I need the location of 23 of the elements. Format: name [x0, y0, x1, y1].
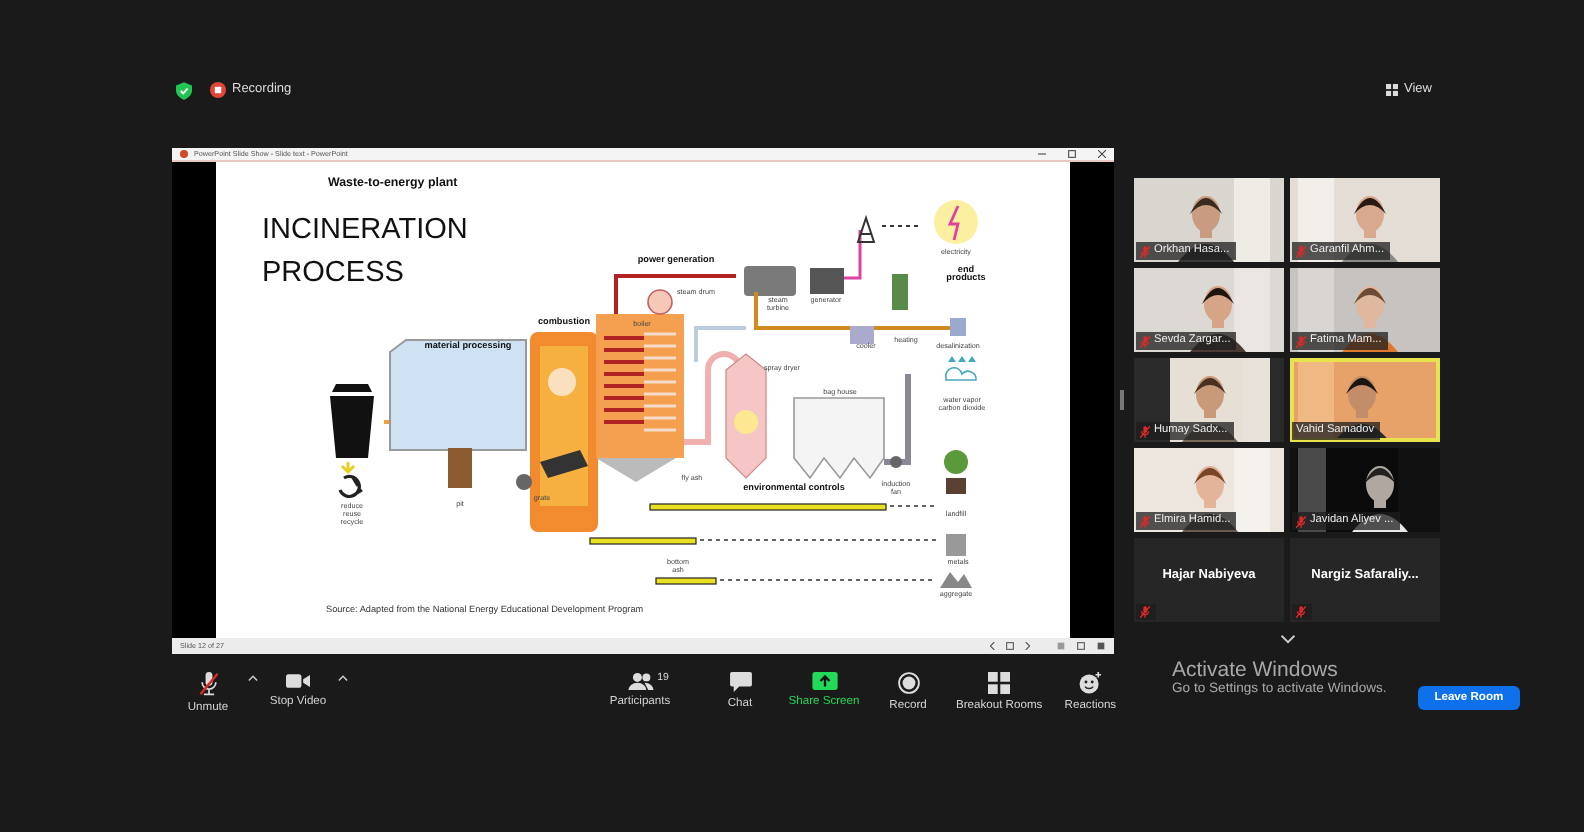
minimize-icon[interactable]	[1038, 150, 1046, 158]
grid-icon	[988, 672, 1011, 694]
camera-icon	[286, 672, 310, 690]
people-icon	[627, 672, 654, 690]
shield-icon[interactable]	[176, 82, 192, 100]
notice-title: Activate Windows	[1172, 658, 1340, 682]
recording-icon	[210, 82, 226, 98]
caret-icon[interactable]	[338, 674, 348, 682]
share-screen-icon	[811, 672, 837, 690]
slide-title: INCINERATION PROCESS	[262, 214, 468, 289]
slides-icon[interactable]	[1006, 642, 1014, 650]
grid-icon	[1386, 84, 1399, 96]
smiley-icon	[1078, 672, 1103, 694]
next-icon[interactable]	[1024, 642, 1030, 650]
resize-handle[interactable]	[1120, 390, 1124, 410]
previous-icon[interactable]	[990, 642, 996, 650]
chevron-down-icon[interactable]	[1279, 634, 1295, 644]
app-icon	[180, 150, 188, 158]
maximize-icon[interactable]	[1068, 150, 1076, 158]
close-icon[interactable]	[1098, 150, 1106, 158]
record-icon	[897, 672, 919, 694]
chat-icon	[729, 672, 751, 692]
caret-icon[interactable]	[248, 674, 258, 682]
